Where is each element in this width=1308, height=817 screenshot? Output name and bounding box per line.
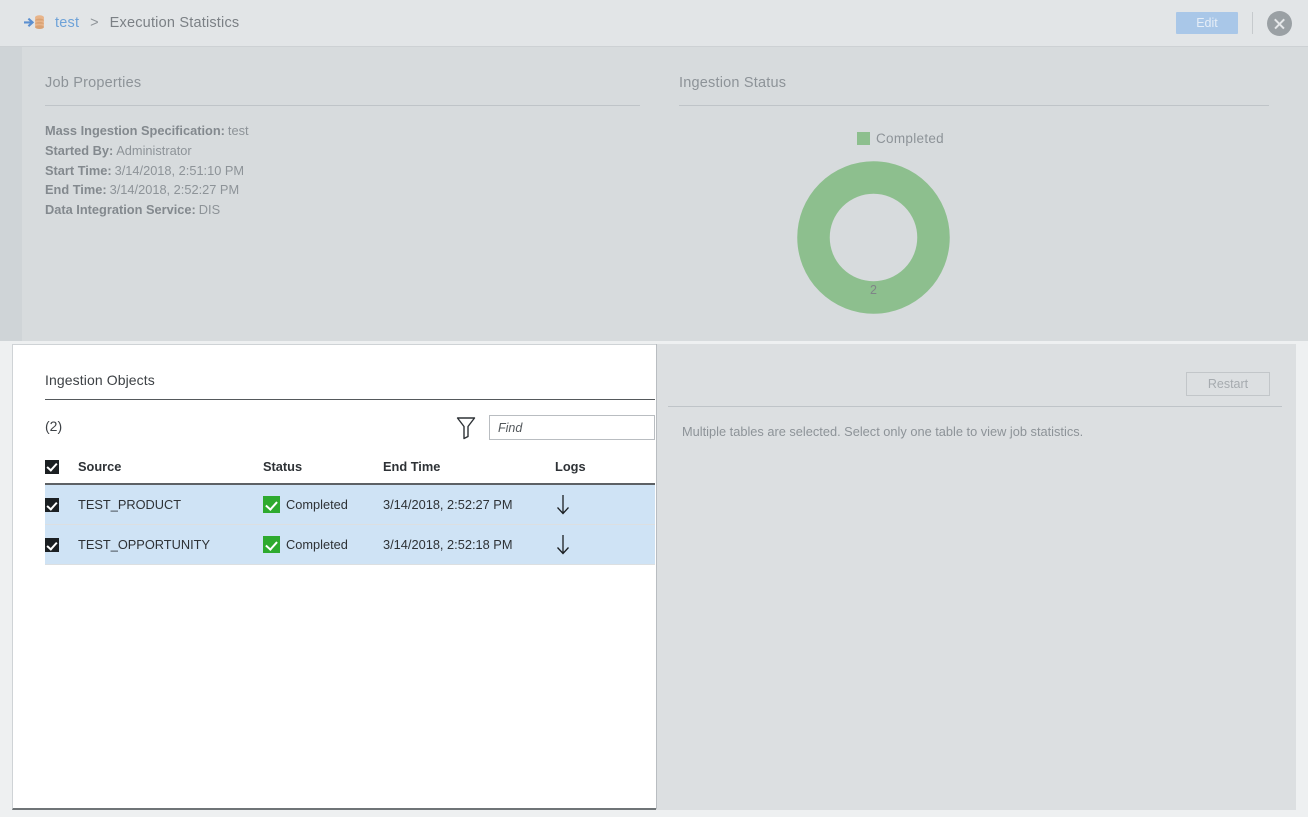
table-header-row: Source Status End Time Logs (45, 455, 655, 485)
column-header-source[interactable]: Source (78, 455, 263, 485)
job-property-label: Started By: (45, 142, 114, 158)
cell-logs (555, 524, 655, 565)
edit-button[interactable]: Edit (1176, 12, 1238, 34)
left-edge-strip (0, 47, 22, 341)
header-divider (1252, 12, 1253, 34)
ingestion-objects-table: Source Status End Time Logs TEST_PRODUCT… (45, 455, 655, 565)
job-property-label: Data Integration Service: (45, 202, 196, 218)
donut-value-label: 2 (870, 283, 877, 297)
job-property-label: Mass Ingestion Specification: (45, 123, 225, 138)
download-icon[interactable] (555, 534, 571, 556)
status-label: Completed (286, 537, 348, 552)
column-header-status[interactable]: Status (263, 455, 383, 485)
download-icon[interactable] (555, 494, 571, 516)
row-checkbox[interactable] (45, 498, 59, 513)
job-properties-title: Job Properties (45, 75, 142, 91)
details-region (0, 341, 1308, 817)
job-property-row: Started By: Administrator (45, 141, 249, 161)
legend-swatch-completed (857, 132, 870, 145)
job-property-value: DIS (198, 202, 221, 218)
details-panel-message: Multiple tables are selected. Select onl… (682, 424, 1084, 439)
mass-ingestion-icon (24, 13, 46, 33)
job-property-row: Mass Ingestion Specification: test (45, 121, 249, 141)
job-property-row: End Time: 3/14/2018, 2:52:27 PM (45, 180, 249, 200)
breadcrumb: test > Execution Statistics (24, 0, 239, 46)
ingestion-status-title: Ingestion Status (679, 75, 787, 91)
table-row[interactable]: TEST_PRODUCT Completed 3/14/2018, 2:52:2… (45, 484, 655, 525)
row-select-cell (45, 484, 78, 525)
row-select-cell (45, 524, 78, 565)
execution-statistics-page: test > Execution Statistics Edit Job Pro… (0, 0, 1308, 817)
column-header-end-time[interactable]: End Time (383, 455, 555, 485)
breadcrumb-link-test[interactable]: test (55, 15, 79, 31)
select-all-header (45, 455, 78, 485)
job-property-label: End Time: (45, 182, 107, 198)
page-title: Execution Statistics (109, 15, 240, 31)
select-all-checkbox[interactable] (45, 459, 59, 474)
status-completed-icon (263, 496, 280, 513)
panel-divider (656, 344, 657, 809)
cell-source: TEST_OPPORTUNITY (78, 524, 263, 565)
page-header: test > Execution Statistics Edit (0, 0, 1308, 47)
search-input[interactable] (489, 415, 655, 440)
ingestion-objects-rule (45, 399, 655, 400)
job-property-row: Start Time: 3/14/2018, 2:51:10 PM (45, 161, 249, 181)
ingestion-objects-title: Ingestion Objects (45, 372, 155, 388)
close-icon[interactable] (1267, 10, 1292, 36)
job-property-value: test (227, 123, 249, 138)
status-label: Completed (286, 497, 348, 512)
breadcrumb-separator: > (90, 15, 99, 31)
table-row[interactable]: TEST_OPPORTUNITY Completed 3/14/2018, 2:… (45, 524, 655, 565)
restart-button[interactable]: Restart (1186, 372, 1270, 396)
chart-legend: Completed (857, 131, 944, 146)
job-properties-list: Mass Ingestion Specification: test Starte… (45, 121, 249, 220)
filter-funnel-icon[interactable] (455, 415, 477, 441)
ingestion-objects-panel (12, 344, 657, 810)
cell-status: Completed (263, 524, 383, 565)
row-checkbox[interactable] (45, 538, 59, 553)
job-statistics-panel (656, 344, 1296, 810)
job-properties-rule (45, 105, 640, 106)
job-property-label: Start Time: (45, 162, 112, 178)
job-property-value: 3/14/2018, 2:52:27 PM (109, 182, 240, 198)
cell-end-time: 3/14/2018, 2:52:27 PM (383, 484, 555, 525)
job-property-row: Data Integration Service: DIS (45, 200, 249, 220)
header-actions: Edit (1176, 0, 1292, 46)
details-panel-rule (668, 406, 1282, 407)
ingestion-status-rule (679, 105, 1269, 106)
cell-source: TEST_PRODUCT (78, 484, 263, 525)
ingestion-status-donut-chart: 2 (797, 161, 950, 314)
cell-logs (555, 484, 655, 525)
job-property-value: 3/14/2018, 2:51:10 PM (114, 162, 245, 178)
cell-end-time: 3/14/2018, 2:52:18 PM (383, 524, 555, 565)
job-property-value: Administrator (116, 142, 192, 158)
cell-status: Completed (263, 484, 383, 525)
ingestion-objects-count: (2) (45, 418, 63, 434)
status-completed-icon (263, 536, 280, 553)
legend-label-completed: Completed (876, 131, 944, 146)
column-header-logs[interactable]: Logs (555, 455, 655, 485)
